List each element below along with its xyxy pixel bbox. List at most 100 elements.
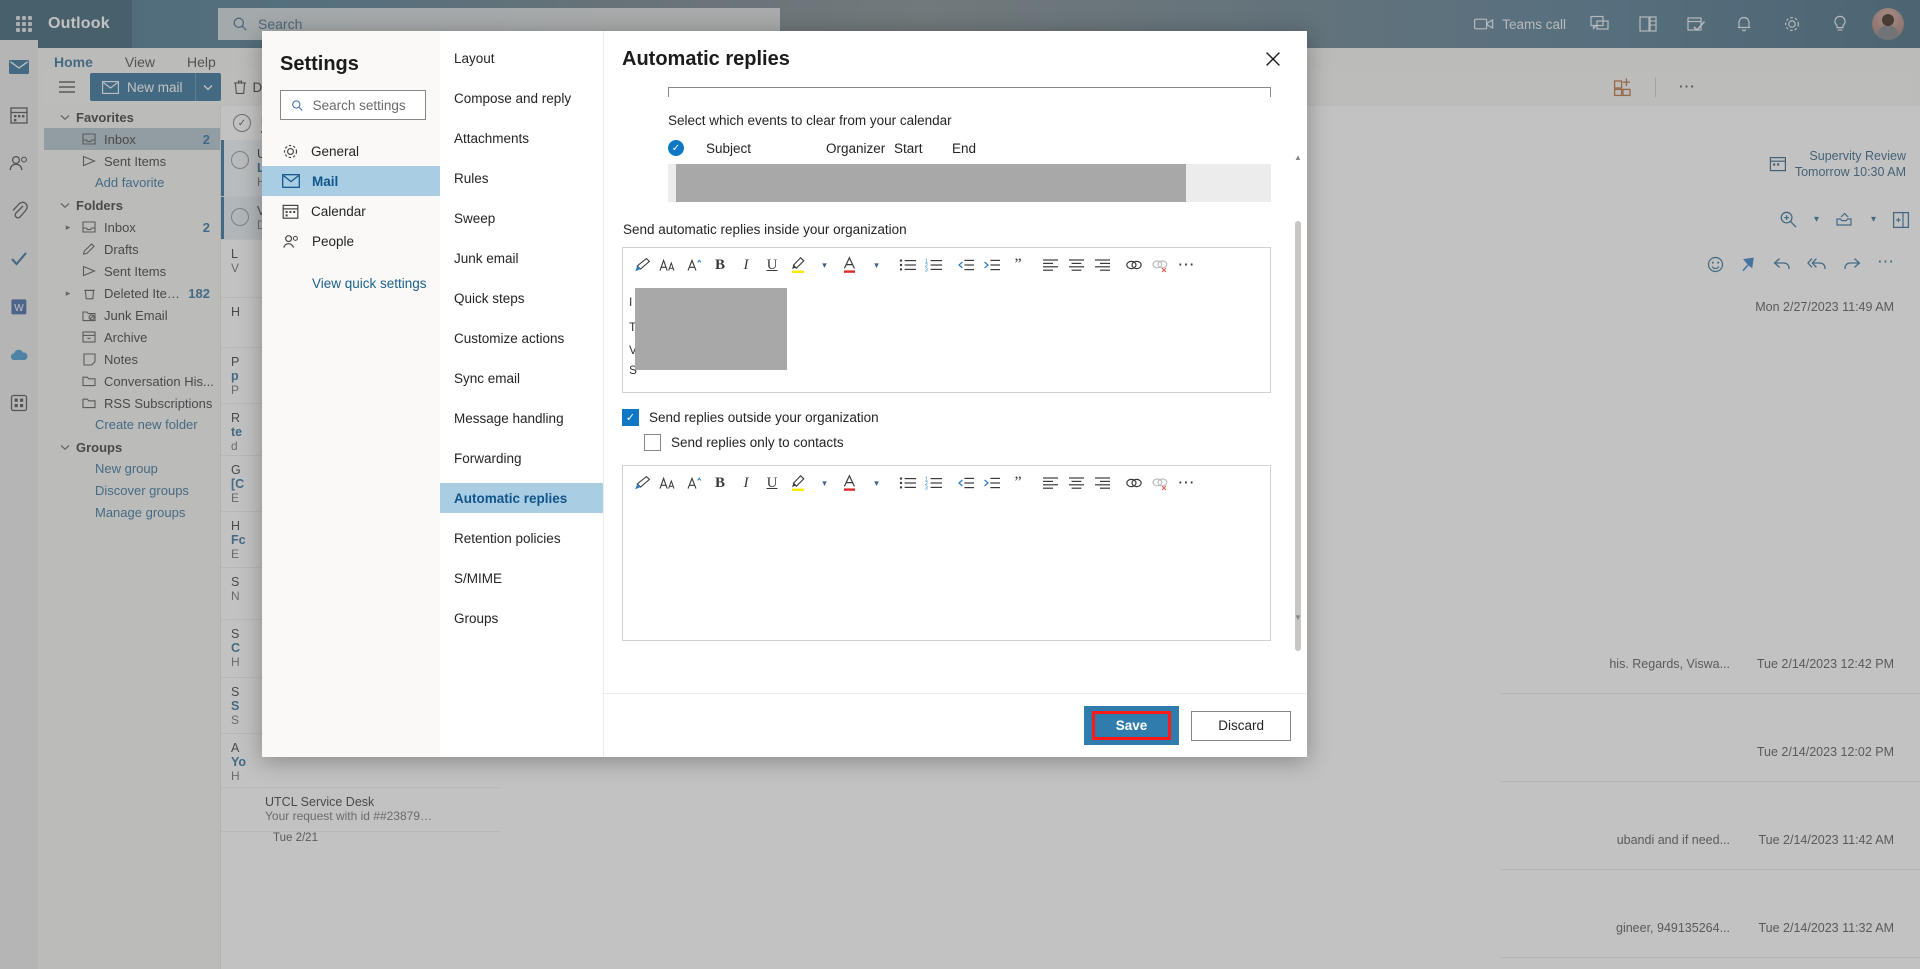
italic-icon[interactable]: I — [733, 469, 759, 497]
outside-org-checkbox-row[interactable]: ✓ Send replies outside your organization — [622, 409, 1271, 426]
close-icon[interactable] — [1257, 43, 1289, 75]
discard-button[interactable]: Discard — [1191, 710, 1291, 741]
people-icon — [283, 234, 298, 248]
bulleted-list-icon[interactable] — [895, 469, 921, 497]
mail-icon — [282, 174, 300, 188]
settings-category-calendar[interactable]: Calendar — [262, 196, 440, 226]
subcategory-retention-policies[interactable]: Retention policies — [440, 523, 603, 553]
font-size-increase-icon[interactable] — [655, 251, 681, 279]
contacts-only-checkbox-row[interactable]: Send replies only to contacts — [644, 434, 1271, 451]
settings-category-general[interactable]: General — [262, 136, 440, 166]
bold-icon[interactable]: B — [707, 469, 733, 497]
font-size-increase-icon[interactable] — [655, 469, 681, 497]
scroll-down-arrow-icon[interactable]: ▼ — [1293, 611, 1303, 623]
highlight-color-icon[interactable] — [785, 251, 811, 279]
increase-indent-icon[interactable] — [979, 469, 1005, 497]
category-label: General — [311, 143, 360, 159]
decrease-indent-icon[interactable] — [953, 469, 979, 497]
subcategory-sync-email[interactable]: Sync email — [440, 363, 603, 393]
underline-icon[interactable]: U — [759, 251, 785, 279]
highlight-chevron-icon[interactable]: ▾ — [811, 469, 837, 497]
select-all-events-checkbox[interactable]: ✓ — [668, 140, 684, 156]
bold-icon[interactable]: B — [707, 251, 733, 279]
settings-search-input[interactable] — [312, 97, 425, 113]
insert-link-icon[interactable] — [1121, 469, 1147, 497]
settings-scrollbar[interactable]: ▲ ▼ — [1293, 151, 1303, 651]
align-left-icon[interactable] — [1037, 469, 1063, 497]
subcategory-layout[interactable]: Layout — [440, 43, 603, 73]
category-label: Mail — [312, 173, 339, 189]
highlight-chevron-icon[interactable]: ▾ — [811, 251, 837, 279]
settings-panel-header: Automatic replies — [604, 31, 1307, 87]
font-color-icon[interactable] — [837, 251, 863, 279]
align-right-icon[interactable] — [1089, 469, 1115, 497]
outside-reply-editor[interactable]: B I U ▾ ▾ 1 2 3 ” ⋯ — [622, 465, 1271, 641]
insert-link-icon[interactable] — [1121, 251, 1147, 279]
subcategory-groups[interactable]: Groups — [440, 603, 603, 633]
subcategory-smime[interactable]: S/MIME — [440, 563, 603, 593]
remove-link-icon[interactable] — [1147, 469, 1173, 497]
scroll-up-arrow-icon[interactable]: ▲ — [1293, 151, 1303, 163]
settings-category-people[interactable]: People — [262, 226, 440, 256]
checkbox[interactable]: ✓ — [622, 409, 639, 426]
highlight-color-icon[interactable] — [785, 469, 811, 497]
subcategory-customize-actions[interactable]: Customize actions — [440, 323, 603, 353]
format-painter-icon[interactable] — [629, 469, 655, 497]
quote-icon[interactable]: ” — [1005, 251, 1031, 279]
numbered-list-icon[interactable]: 1 2 3 — [921, 469, 947, 497]
subcategory-sweep[interactable]: Sweep — [440, 203, 603, 233]
subcategory-junk-email[interactable]: Junk email — [440, 243, 603, 273]
subcategory-attachments[interactable]: Attachments — [440, 123, 603, 153]
settings-title: Settings — [280, 53, 359, 75]
outlook-app-window: Outlook Search Teams call W Home View He… — [0, 0, 1920, 969]
font-color-icon[interactable] — [837, 469, 863, 497]
font-color-chevron-icon[interactable]: ▾ — [863, 469, 889, 497]
increase-indent-icon[interactable] — [979, 251, 1005, 279]
settings-search-box[interactable] — [280, 90, 426, 120]
bulleted-list-icon[interactable] — [895, 251, 921, 279]
date-range-input-partial[interactable] — [668, 87, 1271, 97]
align-center-icon[interactable] — [1063, 469, 1089, 497]
outside-reply-textarea[interactable] — [623, 500, 1270, 640]
view-quick-settings-link[interactable]: View quick settings — [262, 256, 440, 291]
numbered-list-icon[interactable]: 1 2 3 — [921, 251, 947, 279]
outside-org-label: Send replies outside your organization — [649, 410, 879, 425]
subcategory-message-handling[interactable]: Message handling — [440, 403, 603, 433]
decrease-indent-icon[interactable] — [953, 251, 979, 279]
quote-icon[interactable]: ” — [1005, 469, 1031, 497]
inside-reply-textarea[interactable]: ITVS — [623, 282, 1270, 392]
inside-reply-editor[interactable]: B I U ▾ ▾ 1 2 3 ” ⋯ I T V S — [622, 247, 1271, 393]
save-button-label: Save — [1095, 715, 1168, 736]
table-row[interactable] — [668, 164, 1271, 202]
settings-panel-body: Select which events to clear from your c… — [604, 87, 1307, 693]
category-label: Calendar — [311, 203, 366, 219]
more-options-icon[interactable]: ⋯ — [1173, 251, 1199, 279]
save-button[interactable]: Save — [1083, 706, 1180, 745]
underline-icon[interactable]: U — [759, 469, 785, 497]
save-highlight-outline: Save — [1091, 711, 1172, 740]
events-table-header: ✓ Subject Organizer Start End — [668, 140, 1271, 156]
subcategory-automatic-replies[interactable]: Automatic replies — [440, 483, 603, 513]
subcategory-compose-and-reply[interactable]: Compose and reply — [440, 83, 603, 113]
remove-link-icon[interactable] — [1147, 251, 1173, 279]
font-size-decrease-icon[interactable] — [681, 251, 707, 279]
align-right-icon[interactable] — [1089, 251, 1115, 279]
italic-icon[interactable]: I — [733, 251, 759, 279]
gear-icon — [283, 144, 298, 158]
events-section-label: Select which events to clear from your c… — [668, 113, 952, 128]
more-options-icon[interactable]: ⋯ — [1173, 469, 1199, 497]
align-left-icon[interactable] — [1037, 251, 1063, 279]
subcategory-rules[interactable]: Rules — [440, 163, 603, 193]
subcategory-quick-steps[interactable]: Quick steps — [440, 283, 603, 313]
font-color-chevron-icon[interactable]: ▾ — [863, 251, 889, 279]
align-center-icon[interactable] — [1063, 251, 1089, 279]
checkbox[interactable] — [644, 434, 661, 451]
settings-category-mail[interactable]: Mail — [262, 166, 440, 196]
column-organizer: Organizer — [826, 140, 886, 156]
redacted-content — [635, 288, 787, 370]
editor-toolbar: B I U ▾ ▾ 1 2 3 ” ⋯ — [623, 466, 1270, 500]
format-painter-icon[interactable] — [629, 251, 655, 279]
subcategory-forwarding[interactable]: Forwarding — [440, 443, 603, 473]
scrollbar-thumb[interactable] — [1295, 221, 1301, 651]
font-size-decrease-icon[interactable] — [681, 469, 707, 497]
